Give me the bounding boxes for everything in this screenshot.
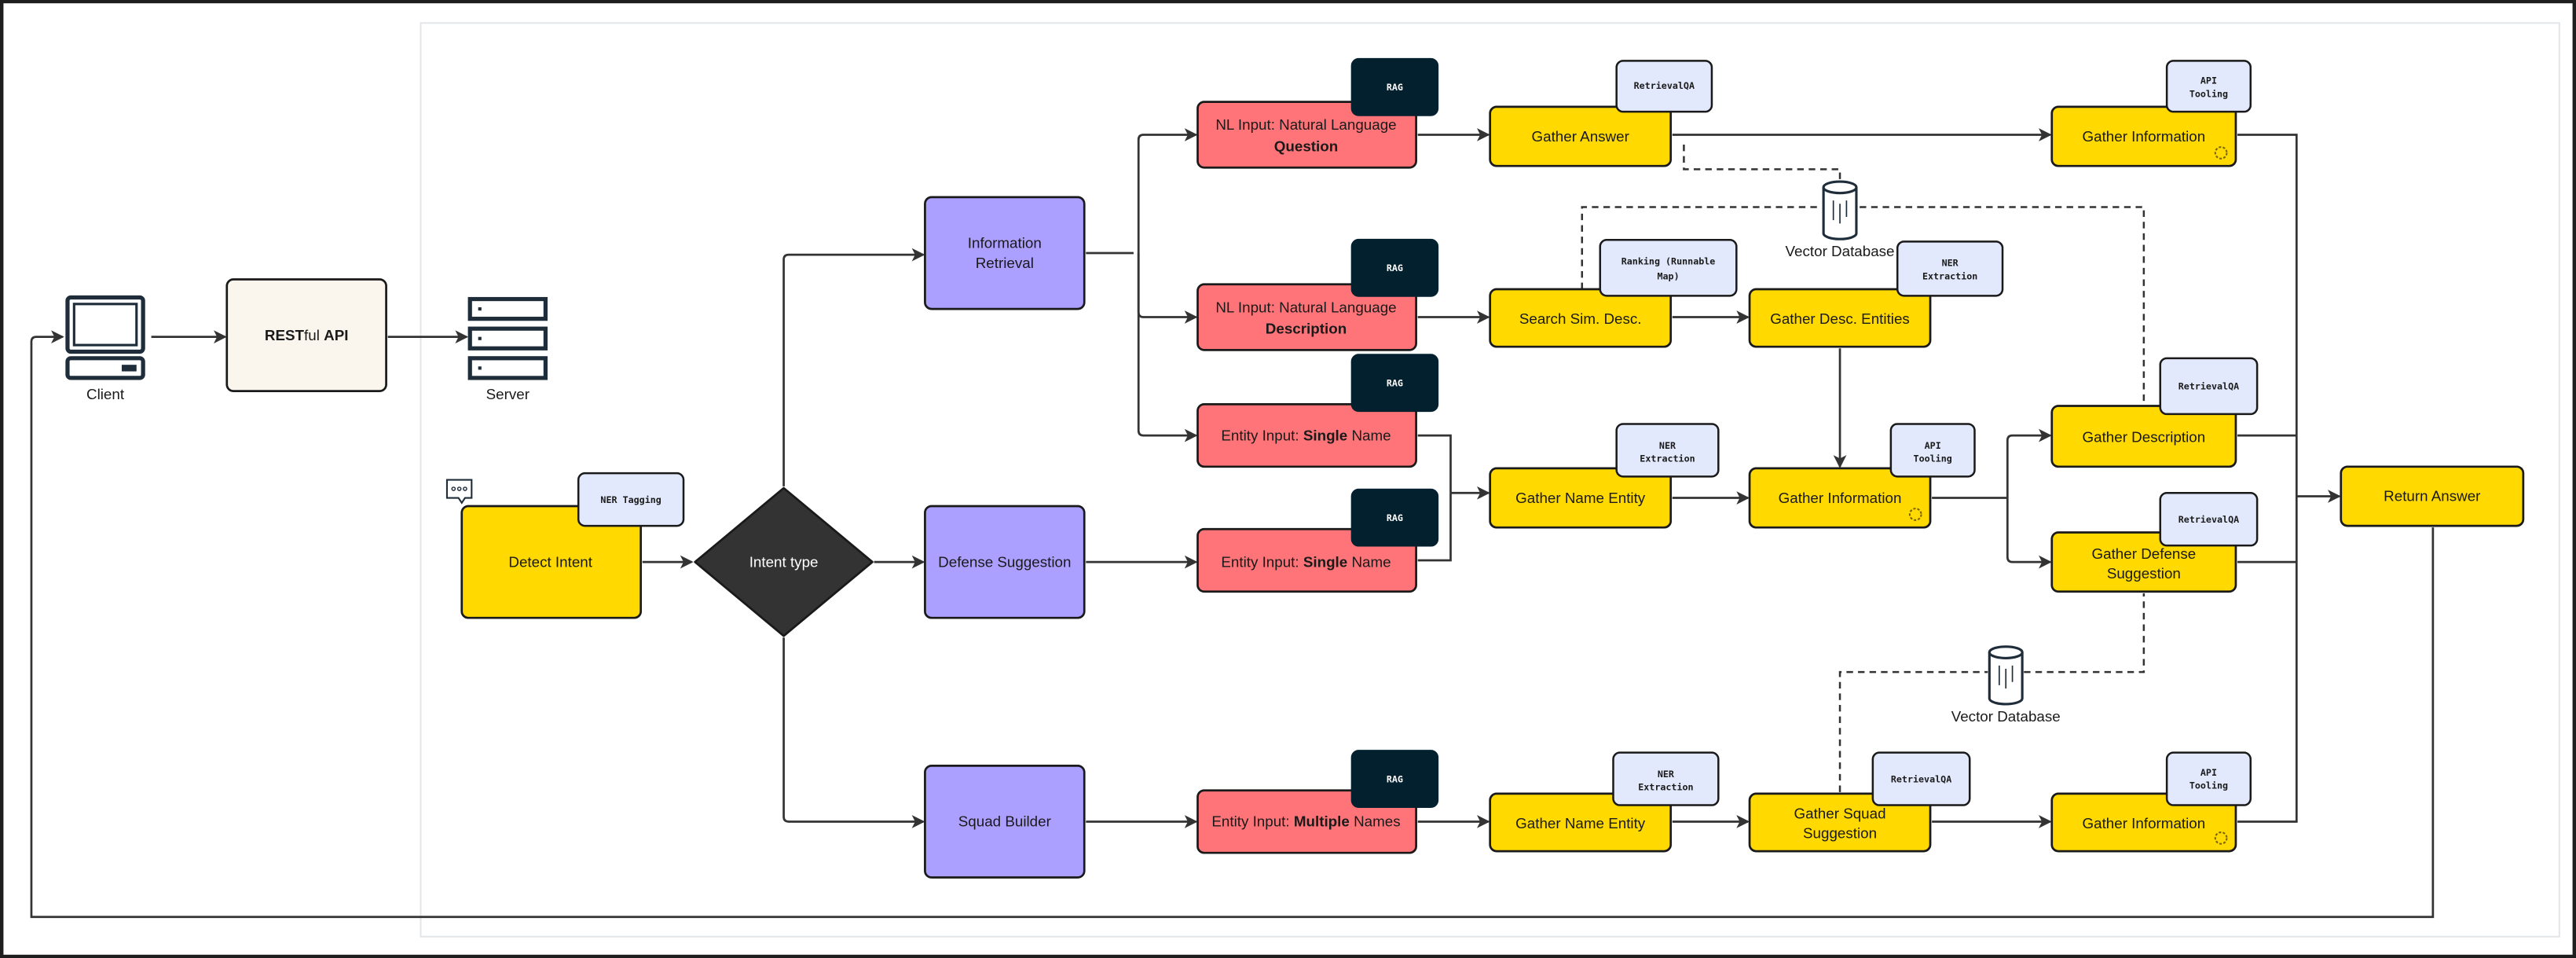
inputs-2-bold-text: Single — [1303, 427, 1347, 443]
server-icon — [467, 296, 548, 380]
steps-gather-info-bottom-label-text: Gather Information — [2083, 815, 2206, 831]
ner-tagging-tag: NER Tagging — [600, 494, 661, 505]
steps-search-sim-tag2-text: Map) — [1657, 270, 1679, 281]
steps-gather-info-mid-tag1-text: API — [1925, 440, 1941, 451]
steps-gather-desc-entities-tag1-text: NER — [1942, 258, 1959, 269]
rag-tag: RAG — [1387, 377, 1403, 388]
inputs-3-post-text: Name — [1347, 553, 1391, 570]
steps-gather-desc-entities-tag2-text: Extraction — [1922, 270, 1977, 281]
intents-0-l2-text: Retrieval — [976, 255, 1034, 271]
flow-diagram: Client RESTful API Server Detect Intent … — [3, 3, 2573, 955]
rag-tag: RAG — [1387, 262, 1403, 273]
return-answer-node[interactable]: Return Answer — [2340, 465, 2525, 527]
steps-gather-info-mid-tag2-text: Tooling — [1914, 453, 1952, 464]
svg-text:RESTful API: RESTful API — [265, 327, 349, 343]
steps-search-sim-label-text: Search Sim. Desc. — [1519, 310, 1642, 327]
steps-gather-info-bottom-tag2-text: Tooling — [2189, 780, 2228, 791]
steps-gather-squad-tag-text: RetrievalQA — [1891, 773, 1951, 784]
steps-gather-squad-l1-text: Gather Squad — [1794, 805, 1886, 821]
steps-return-answer-label-text: Return Answer — [2384, 488, 2480, 505]
intents-2-label-text: Squad Builder — [958, 813, 1051, 830]
restful-api-node[interactable]: RESTful API — [225, 278, 387, 392]
detect-intent-label: Detect Intent — [508, 553, 592, 570]
svg-text:Entity Input: Single Name: Entity Input: Single Name — [1221, 427, 1391, 443]
vector-database-label: Vector Database — [1786, 243, 1895, 259]
steps-gather-info-top-tag1-text: API — [2200, 75, 2217, 86]
steps-gather-description-tag-text: RetrievalQA — [2178, 381, 2239, 392]
vector-database-icon — [1822, 180, 1858, 240]
rag-tag: RAG — [1387, 773, 1403, 784]
steps-gather-defense-l2-text: Suggestion — [2107, 565, 2181, 582]
steps-gather-squad-l2-text: Suggestion — [1803, 824, 1877, 841]
server-label: Server — [486, 386, 529, 402]
steps-gather-info-top-tag2-text: Tooling — [2189, 88, 2228, 99]
inputs-4-pre-text: Entity Input: — [1211, 813, 1293, 830]
rag-tag: RAG — [1387, 512, 1403, 523]
steps-gather-name-entity-1-tag2-text: Extraction — [1640, 453, 1695, 464]
rag-tag: RAG — [1387, 82, 1403, 93]
inputs-3-bold-text: Single — [1303, 553, 1347, 570]
defense-suggestion-node[interactable]: Defense Suggestion — [924, 505, 1086, 619]
steps-gather-name-entity-2-label-text: Gather Name Entity — [1515, 815, 1646, 831]
steps-search-sim-tag1-text: Ranking (Runnable — [1621, 256, 1716, 267]
steps-gather-name-entity-2-tag1-text: NER — [1658, 769, 1675, 780]
api-label-rest: REST — [265, 327, 305, 343]
inputs-0-bold-text: Question — [1274, 138, 1338, 154]
inputs-2-pre-text: Entity Input: — [1221, 427, 1303, 443]
inputs-4-post-text: Names — [1350, 813, 1401, 830]
steps-gather-name-entity-1-tag1-text: NER — [1659, 440, 1676, 451]
steps-gather-name-entity-2-tag2-text: Extraction — [1638, 782, 1693, 793]
svg-text:Entity Input: Single Name: Entity Input: Single Name — [1221, 553, 1391, 570]
steps-gather-info-top-label-text: Gather Information — [2083, 128, 2206, 145]
inputs-1-l1-text: NL Input: Natural Language — [1215, 299, 1396, 315]
client-label: Client — [86, 386, 125, 402]
steps-gather-desc-entities-label-text: Gather Desc. Entities — [1770, 310, 1910, 327]
steps-gather-answer-tag-text: RetrievalQA — [1634, 80, 1695, 91]
steps-gather-defense-l1-text: Gather Defense — [2092, 545, 2197, 562]
steps-gather-defense-tag-text: RetrievalQA — [2178, 514, 2239, 525]
api-label-api: API — [324, 327, 348, 343]
squad-builder-node[interactable]: Squad Builder — [924, 765, 1086, 879]
client-computer-icon — [65, 295, 145, 380]
steps-gather-info-mid-label-text: Gather Information — [1779, 490, 1902, 506]
steps-gather-answer-label-text: Gather Answer — [1532, 128, 1629, 145]
information-retrieval-node[interactable]: Information Retrieval — [924, 196, 1086, 310]
api-label-ful: ful — [304, 327, 324, 343]
inputs-4-bold-text: Multiple — [1294, 813, 1350, 830]
vector-database-label: Vector Database — [1951, 708, 2061, 725]
steps-gather-name-entity-1-label-text: Gather Name Entity — [1515, 490, 1646, 506]
inputs-2-post-text: Name — [1347, 427, 1391, 443]
inputs-0-l1-text: NL Input: Natural Language — [1215, 116, 1396, 133]
steps-gather-description-label-text: Gather Description — [2083, 428, 2206, 445]
inputs-1-bold-text: Description — [1266, 320, 1347, 336]
svg-text:Entity Input: Multiple Names: Entity Input: Multiple Names — [1211, 813, 1400, 830]
intents-1-label-text: Defense Suggestion — [938, 553, 1071, 570]
steps-gather-info-bottom-tag1-text: API — [2200, 767, 2217, 778]
inputs-3-pre-text: Entity Input: — [1221, 553, 1303, 570]
intents-0-l1-text: Information — [968, 235, 1042, 251]
intent-type-label: Intent type — [749, 553, 819, 570]
vector-database-icon — [1988, 645, 2024, 706]
